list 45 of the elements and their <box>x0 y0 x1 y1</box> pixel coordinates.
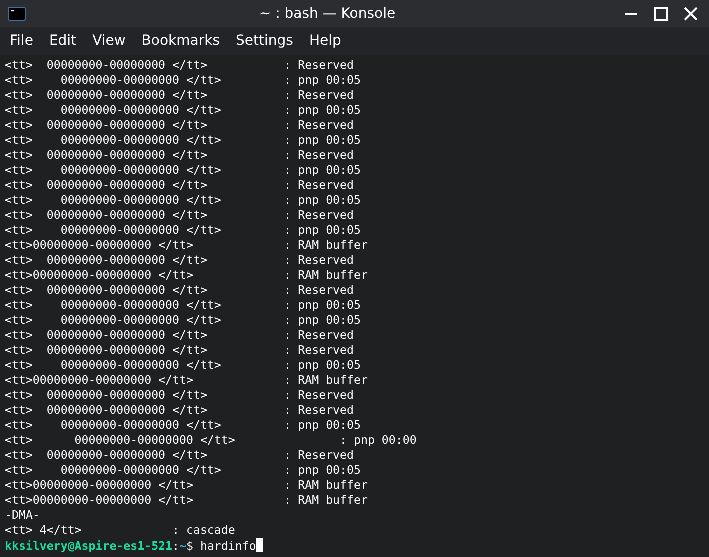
terminal-line: <tt> 00000000-00000000 </tt> : pnp 00:05 <box>5 298 362 313</box>
terminal-app-icon <box>8 6 26 20</box>
terminal-line: <tt> 00000000-00000000 </tt> : pnp 00:05 <box>5 103 362 118</box>
terminal-line: <tt> 00000000-00000000 </tt> : pnp 00:05 <box>5 73 362 88</box>
terminal-line: <tt> 00000000-00000000 </tt> : pnp 00:05 <box>5 163 362 178</box>
menu-item[interactable]: Edit <box>41 33 85 49</box>
terminal-line: <tt> 00000000-00000000 </tt> : Reserved <box>5 148 356 163</box>
terminal-line: <tt> 00000000-00000000 </tt> : pnp 00:05 <box>5 358 362 373</box>
menu-item[interactable]: Bookmarks <box>134 33 228 49</box>
terminal-line: <tt>00000000-00000000 </tt> : RAM buffer <box>5 238 369 253</box>
prompt-user-host: kksilvery@Aspire-es1-521 <box>5 539 173 553</box>
prompt-path: ~ <box>180 539 186 553</box>
terminal-line: <tt> 00000000-00000000 </tt> : pnp 00:00 <box>5 433 418 448</box>
menu-item[interactable]: View <box>84 33 134 49</box>
terminal-line: <tt> 00000000-00000000 </tt> : pnp 00:05 <box>5 223 362 238</box>
prompt-text: $ hardinfo <box>186 539 256 553</box>
terminal-line: <tt>00000000-00000000 </tt> : RAM buffer <box>5 493 369 508</box>
terminal-line: <tt>00000000-00000000 </tt> : RAM buffer <box>5 478 369 493</box>
terminal-line: <tt> 00000000-00000000 </tt> : pnp 00:05 <box>5 463 362 478</box>
terminal-line: <tt> 00000000-00000000 </tt> : Reserved <box>5 388 356 403</box>
terminal-line: <tt> 00000000-00000000 </tt> : pnp 00:05 <box>5 193 362 208</box>
terminal-line: <tt> 00000000-00000000 </tt> : Reserved <box>5 178 356 193</box>
menu-item[interactable]: Settings <box>228 33 302 49</box>
prompt-text: : <box>172 539 180 553</box>
terminal-line: <tt> 00000000-00000000 </tt> : pnp 00:05 <box>5 418 362 433</box>
menu-item[interactable]: File <box>2 33 42 49</box>
terminal-line: <tt> 00000000-00000000 </tt> : pnp 00:05 <box>5 133 362 148</box>
terminal-line: <tt>00000000-00000000 </tt> : RAM buffer <box>5 268 369 283</box>
terminal-line: <tt> 00000000-00000000 </tt> : Reserved <box>5 343 356 358</box>
terminal-line: <tt> 00000000-00000000 </tt> : pnp 00:05 <box>5 313 362 328</box>
terminal-line: <tt> 00000000-00000000 </tt> : Reserved <box>5 253 356 268</box>
terminal-line: <tt> 00000000-00000000 </tt> : Reserved <box>5 448 356 463</box>
text-cursor <box>256 538 264 552</box>
terminal-line: <tt> 00000000-00000000 </tt> : Reserved <box>5 403 356 418</box>
terminal-line: <tt> 00000000-00000000 </tt> : Reserved <box>5 58 356 73</box>
terminal-line: <tt> 4</tt> : cascade <box>5 523 236 538</box>
terminal-line: <tt> 00000000-00000000 </tt> : Reserved <box>5 88 356 103</box>
terminal-line: -DMA- <box>5 508 41 523</box>
terminal-line: <tt> 00000000-00000000 </tt> : Reserved <box>5 208 356 223</box>
terminal-line: <tt> 00000000-00000000 </tt> : Reserved <box>5 283 356 298</box>
window-title: ~ : bash — Konsole <box>258 6 397 22</box>
terminal-line: <tt>00000000-00000000 </tt> : RAM buffer <box>5 373 369 388</box>
terminal-line: <tt> 00000000-00000000 </tt> : Reserved <box>5 118 356 133</box>
menu-item[interactable]: Help <box>301 33 350 49</box>
terminal-line: <tt> 00000000-00000000 </tt> : Reserved <box>5 328 356 343</box>
